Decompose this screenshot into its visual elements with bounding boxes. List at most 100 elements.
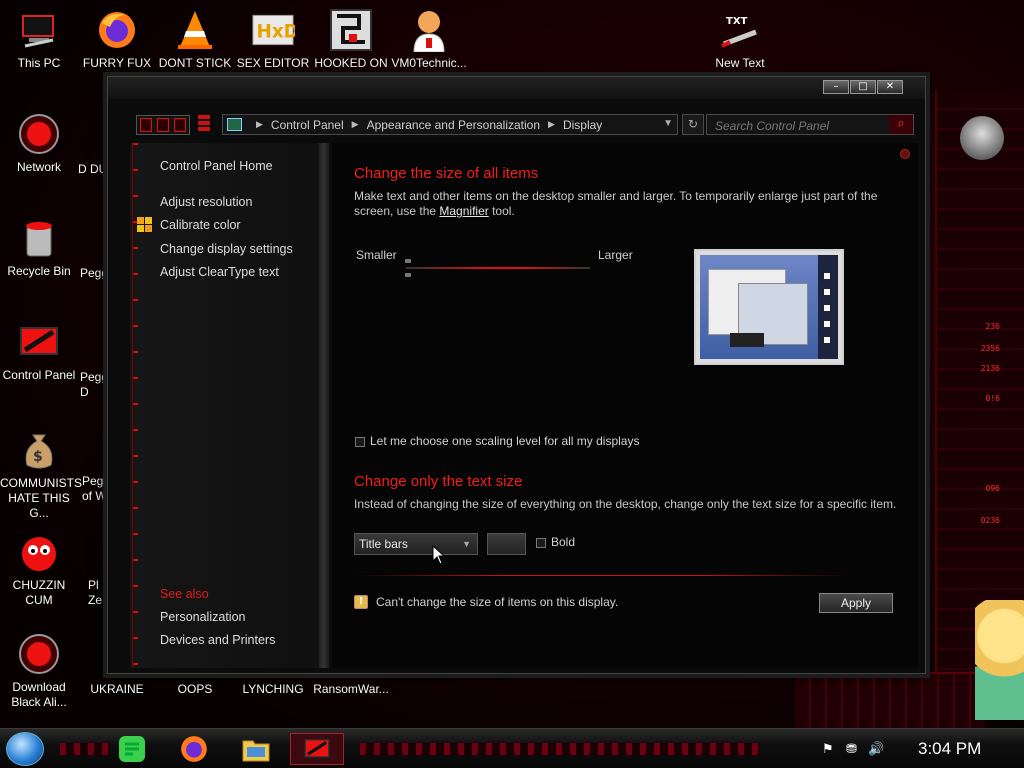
description-text: Make text and other items on the desktop…	[354, 189, 878, 218]
sidebar-adjust-resolution[interactable]: Adjust resolution	[160, 195, 252, 209]
sidebar-divider	[319, 143, 329, 668]
recycle-bin-icon	[17, 216, 61, 260]
magnifier-link[interactable]: Magnifier	[439, 204, 488, 218]
alien-head-icon	[960, 116, 1004, 160]
item-select-dropdown[interactable]: Title bars ▼	[354, 533, 478, 555]
bold-checkbox-label[interactable]: Bold	[551, 535, 575, 549]
size-slider-thumb[interactable]	[405, 259, 411, 277]
desktop-icon-label: LYNCHING	[242, 682, 304, 696]
desktop-icon-hooked-on[interactable]: HOOKED ON	[312, 8, 390, 71]
control-panel-small-icon	[227, 118, 242, 131]
desktop-icon-vm0technic[interactable]: VM0Technic...	[390, 8, 468, 71]
close-button[interactable]: ✕	[877, 80, 903, 94]
network-tray-icon[interactable]: ⛃	[846, 742, 857, 757]
desktop-icon-sex-editor[interactable]: HxD SEX EDITOR	[234, 8, 312, 71]
display-preview-image	[694, 249, 844, 365]
sidebar-calibrate-color[interactable]: Calibrate color	[160, 218, 241, 232]
bold-checkbox[interactable]	[536, 538, 546, 548]
taskbar-clock[interactable]: 3:04 PM	[918, 739, 981, 759]
desktop-icon-label: Recycle Bin	[7, 264, 71, 278]
search-input[interactable]	[707, 116, 887, 136]
taskbar-app-notes[interactable]	[116, 733, 148, 765]
address-bar[interactable]: ▶ Control Panel ▶ Appearance and Persona…	[222, 114, 678, 135]
breadcrumb-appearance[interactable]: Appearance and Personalization	[367, 118, 540, 132]
desktop-icon-label: SEX EDITOR	[236, 56, 310, 70]
help-icon[interactable]	[900, 149, 910, 159]
description-change-size: Make text and other items on the desktop…	[354, 189, 899, 219]
desktop-icon-dont-stick[interactable]: DONT STICK	[156, 8, 234, 71]
taskbar-app-file-explorer[interactable]	[240, 733, 272, 765]
description-text: tool.	[488, 204, 515, 218]
maze-icon	[329, 8, 373, 52]
desktop-icon-oops[interactable]: OOPS	[156, 682, 234, 697]
money-bag-icon: $	[17, 428, 61, 472]
desktop-icon-label: CHUZZIN CUM	[12, 578, 66, 607]
desktop-icon-label: FURRY FUX	[82, 56, 152, 70]
taskbar-app-control-panel[interactable]	[290, 733, 344, 765]
desktop-icon-furry-fux[interactable]: FURRY FUX	[78, 8, 156, 71]
minimize-button[interactable]: –	[823, 80, 849, 94]
start-button[interactable]	[6, 732, 44, 766]
back-icon[interactable]	[139, 118, 152, 132]
breadcrumb-arrow-icon[interactable]: ▶	[352, 119, 359, 130]
desktop-icon-ransomware[interactable]: RansomWar...	[312, 682, 390, 697]
sidebar-personalization[interactable]: Personalization	[160, 610, 245, 624]
taskbar-app-firefox[interactable]	[178, 733, 210, 765]
alienware-icon	[17, 112, 61, 156]
chevron-down-icon[interactable]: ▼	[663, 118, 673, 129]
breadcrumb-arrow-icon[interactable]: ▶	[256, 119, 263, 130]
breadcrumb-display[interactable]: Display	[563, 118, 602, 132]
desktop-icon-partial[interactable]: Pegg	[80, 266, 110, 281]
desktop-icon-ukraine[interactable]: UKRAINE	[78, 682, 156, 697]
desktop-icon-this-pc[interactable]: This PC	[0, 8, 78, 71]
forward-icon[interactable]	[156, 118, 169, 132]
desktop-icon-new-text[interactable]: TXT New Text	[701, 8, 779, 71]
network-flag-icon[interactable]: ⚑	[822, 742, 834, 757]
desktop-icon-partial[interactable]: Pl Ze	[88, 578, 108, 608]
font-size-dropdown[interactable]	[487, 533, 526, 555]
desktop-icon-lynching[interactable]: LYNCHING	[234, 682, 312, 697]
desktop-icon-partial[interactable]: Pega of W	[82, 474, 111, 504]
volume-icon[interactable]: 🔊	[868, 742, 884, 757]
chevron-down-icon: ▼	[462, 539, 471, 549]
sidebar-devices-printers[interactable]: Devices and Printers	[160, 633, 275, 647]
desktop-icon-chuzzin-cum[interactable]: CHUZZIN CUM	[0, 530, 78, 608]
taskbar: ⚑ ⛃ 🔊 3:04 PM	[0, 728, 1024, 768]
recent-pages-icon[interactable]	[198, 115, 210, 135]
scaling-checkbox[interactable]	[355, 437, 365, 447]
desktop-icon-network[interactable]: Network	[0, 112, 78, 175]
apply-button[interactable]: Apply	[819, 593, 893, 613]
calibrate-color-icon	[137, 217, 153, 233]
item-select-value: Title bars	[359, 537, 408, 551]
text-file-icon: TXT	[718, 8, 762, 52]
desktop-icon-label: Control Panel	[2, 368, 76, 382]
desktop-icon-communists[interactable]: $ COMMUNISTS HATE THIS G...	[0, 428, 82, 521]
sidebar-adjust-cleartype[interactable]: Adjust ClearType text	[160, 265, 279, 279]
search-icon[interactable]: ⌕	[889, 115, 913, 134]
chuzzle-icon	[17, 530, 61, 574]
recent-icon[interactable]	[174, 118, 187, 132]
breadcrumb-control-panel[interactable]: Control Panel	[271, 118, 344, 132]
refresh-button[interactable]: ↻	[682, 114, 704, 135]
desktop-icon-recycle-bin[interactable]: Recycle Bin	[0, 216, 78, 279]
desktop-icon-label: This PC	[17, 56, 61, 70]
desktop-icon-control-panel[interactable]: Control Panel	[0, 320, 78, 383]
sidebar-control-panel-home[interactable]: Control Panel Home	[160, 159, 273, 173]
desktop-icon-partial[interactable]: Pegg D	[80, 370, 110, 400]
computer-icon	[17, 8, 61, 52]
desktop-icon-label: RansomWar...	[313, 682, 389, 696]
breadcrumb-arrow-icon[interactable]: ▶	[548, 119, 555, 130]
desktop-icon-download-black-ali[interactable]: Download Black Ali...	[0, 632, 78, 710]
scaling-checkbox-label[interactable]: Let me choose one scaling level for all …	[370, 434, 639, 448]
desktop-icon-label: COMMUNISTS HATE THIS G...	[0, 476, 82, 520]
desktop-icon-label: DONT STICK	[158, 56, 232, 70]
desktop-icon-label: Pega of W	[82, 474, 111, 503]
back-forward-buttons[interactable]	[136, 115, 190, 135]
sidebar-change-display-settings[interactable]: Change display settings	[160, 242, 293, 256]
maximize-button[interactable]: □	[850, 80, 876, 94]
control-panel-icon	[304, 739, 330, 758]
size-slider-track[interactable]	[406, 267, 590, 269]
desktop-icon-partial[interactable]: D DU	[78, 162, 108, 177]
desktop-icon-label: Network	[16, 160, 61, 174]
window-titlebar[interactable]: – □ ✕	[108, 77, 925, 99]
